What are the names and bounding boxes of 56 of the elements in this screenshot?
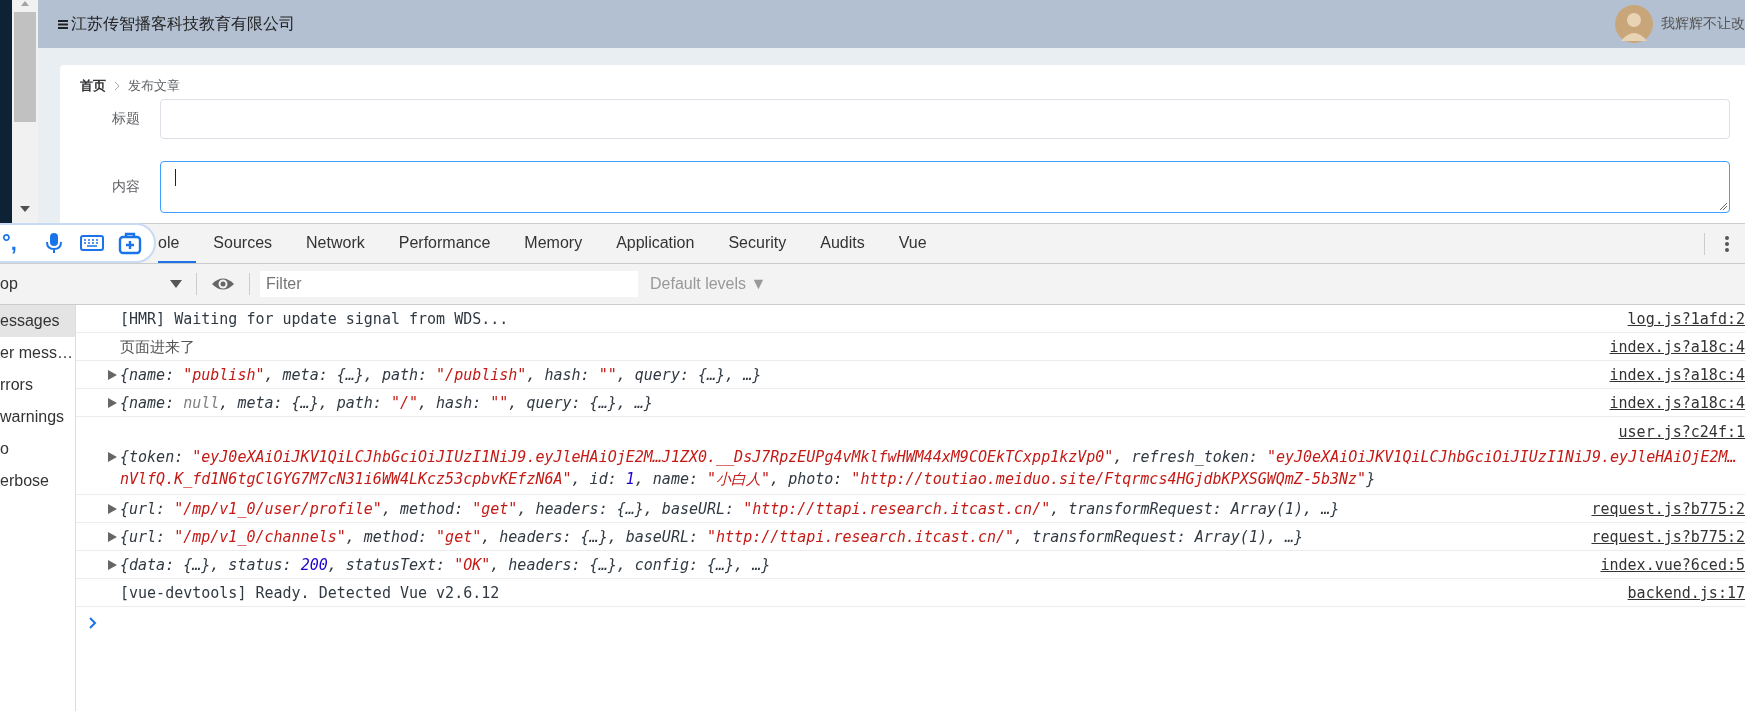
chevron-right-icon xyxy=(114,81,120,91)
sidebar-item[interactable]: rrors xyxy=(0,369,75,401)
source-link[interactable]: request.js?b775:2 xyxy=(1591,495,1745,520)
console-message: [HMR] Waiting for update signal from WDS... xyxy=(120,309,510,330)
breadcrumb-item: 发布文章 xyxy=(128,77,180,95)
expand-arrow-icon[interactable] xyxy=(108,560,117,570)
breadcrumb-item[interactable]: 首页 xyxy=(80,77,106,95)
source-link[interactable]: index.js?a18c:4 xyxy=(1609,333,1745,358)
console-message: [vue-devtools] Ready. Detected Vue v2.6.12 xyxy=(120,583,501,604)
filter-field[interactable]: Filter xyxy=(260,271,638,297)
context-select[interactable]: op xyxy=(0,270,196,298)
devtools-tab[interactable]: Audits xyxy=(803,224,882,263)
source-link[interactable]: index.vue?6ced:5 xyxy=(1600,551,1745,576)
expand-arrow-icon[interactable] xyxy=(108,398,117,408)
source-link[interactable]: index.js?a18c:4 xyxy=(1609,389,1745,414)
sidebar-item[interactable]: warnings xyxy=(0,401,75,433)
console-message: {name: null, meta: {…}, path: "/", hash: "", query: {…}, …} xyxy=(120,393,654,414)
devtools-tab[interactable]: Performance xyxy=(381,224,508,263)
devtools-tab[interactable]: Application xyxy=(599,224,712,263)
sidebar-item[interactable]: erbose xyxy=(0,465,75,497)
expand-arrow-icon[interactable] xyxy=(108,452,117,462)
caret-icon xyxy=(170,280,182,288)
console-message: {url: "/mp/v1_0/user/profile", method: "get", headers: {…}, baseURL: "http://ttapi.research.itcast.cn/", transformRequest: Array(1), …} xyxy=(120,499,1341,520)
devtools-tab[interactable]: Network xyxy=(289,224,382,263)
punctuation-toggle[interactable]: °, xyxy=(2,230,28,256)
field-label: 标题 xyxy=(111,110,141,128)
menu-icon[interactable] xyxy=(58,19,68,29)
toolbox-icon[interactable] xyxy=(118,231,142,255)
source-link[interactable]: log.js?1afd:2 xyxy=(1627,305,1745,330)
source-link[interactable]: index.js?a18c:4 xyxy=(1609,361,1745,386)
resize-handle-icon[interactable] xyxy=(1718,201,1728,211)
expand-arrow-icon[interactable] xyxy=(108,504,117,514)
content-textarea[interactable] xyxy=(160,161,1730,213)
devtools-tab[interactable]: Memory xyxy=(507,224,600,263)
field-label: 内容 xyxy=(111,178,141,196)
app-title: 江苏传智播客科技教育有限公司 xyxy=(71,13,295,34)
title-input[interactable] xyxy=(160,99,1730,139)
console-message: {url: "/mp/v1_0/channels", method: "get", headers: {…}, baseURL: "http://ttapi.research.itcast.cn/", transformRequest: Array(1), …} xyxy=(120,527,1305,548)
user-name[interactable]: 我辉辉不让改 xyxy=(1661,15,1745,33)
console-message: 页面进来了 xyxy=(120,337,196,358)
console-message: {data: {…}, status: 200, statusText: "OK", headers: {…}, config: {…}, …} xyxy=(120,555,772,576)
source-link[interactable]: backend.js:17 xyxy=(1627,579,1745,604)
devtools-tab[interactable]: Vue xyxy=(881,224,944,263)
console-message: {name: "publish", meta: {…}, path: "/publish", hash: "", query: {…}, …} xyxy=(120,365,763,386)
sidebar-item[interactable]: o xyxy=(0,433,75,465)
expand-arrow-icon[interactable] xyxy=(108,370,117,380)
devtools-tab[interactable]: Security xyxy=(711,224,804,263)
sidebar-item[interactable]: essages xyxy=(0,305,75,337)
prompt-icon xyxy=(88,617,98,629)
devtools-tab[interactable]: Sources xyxy=(196,224,290,263)
scrollbar[interactable] xyxy=(12,0,38,223)
expand-arrow-icon[interactable] xyxy=(108,532,117,542)
source-link[interactable]: user.js?c24f:1 xyxy=(1618,418,1745,443)
source-link[interactable]: request.js?b775:2 xyxy=(1591,523,1745,548)
sidebar-item[interactable]: er mess… xyxy=(0,337,75,369)
console-message: {token: "eyJ0eXAiOiJKV1QiLCJhbGciOiJIUzI1NiJ9.eyJleHAiOjE2M…J1ZX0.__DsJ7RpzEUPg4vMklfwHWM44xM9COEkTCxpp1kzVp0", refresh_token: "eyJ0eXAiOiJKV1QiLCJhbGciOiJIUzI1NiJ9.eyJleHAiOjE2M…nVlfQ.K_fd1N6tgClGYG7M7cN31i6WW4LKcz53cpbvKEfzN6A", id: 1, name: "小白人", photo: "http://toutiao.meiduo.site/Ftqrmcs4HGjdbKPXSGWQmZ-5b3Nz"} xyxy=(120,447,1738,490)
